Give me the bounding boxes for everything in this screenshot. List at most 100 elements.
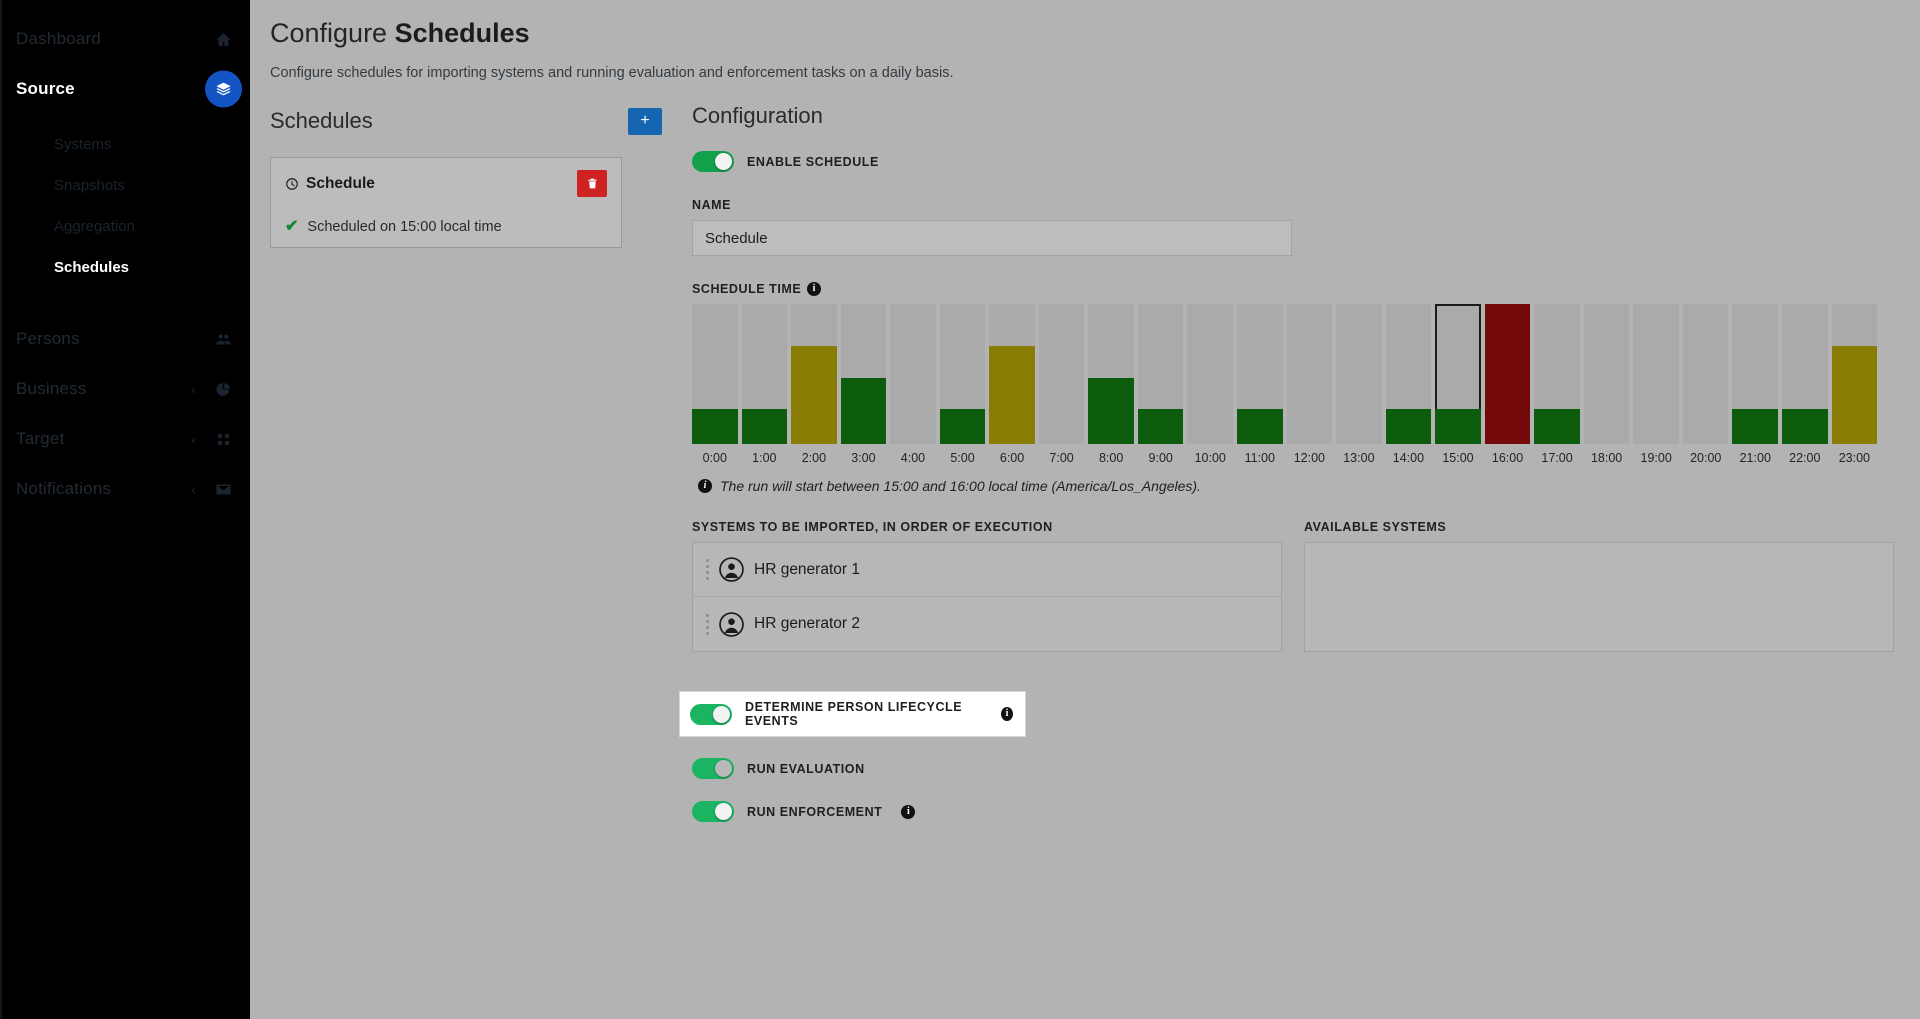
info-icon[interactable]: i bbox=[1000, 707, 1013, 721]
chart-bar-8-00[interactable] bbox=[1088, 304, 1134, 444]
chart-bar-10-00[interactable] bbox=[1187, 304, 1234, 444]
chart-bar-20-00[interactable] bbox=[1682, 304, 1729, 444]
sidebar-item-dashboard[interactable]: Dashboard bbox=[0, 14, 250, 64]
chart-tick-label: 10:00 bbox=[1194, 451, 1226, 465]
info-icon[interactable]: i bbox=[807, 282, 822, 296]
drag-handle-icon[interactable] bbox=[705, 613, 709, 635]
layers-icon[interactable] bbox=[205, 70, 242, 108]
chart-bar-5-00[interactable] bbox=[939, 304, 986, 444]
toggle-switch[interactable] bbox=[690, 703, 732, 725]
info-icon: i bbox=[698, 479, 712, 493]
enable-schedule-row[interactable]: ENABLE SCHEDULE bbox=[692, 151, 1894, 172]
grid-icon bbox=[212, 428, 234, 450]
chart-tick-label: 7:00 bbox=[1049, 451, 1074, 465]
chart-bar-fill bbox=[840, 378, 887, 444]
info-icon[interactable]: i bbox=[901, 804, 916, 819]
schedule-time-chart: 0:00 1:00 2:00 3:00 4:00 5:00 6:00 7:00 8:00 9:00… bbox=[692, 304, 1878, 465]
chart-bar-16-00[interactable] bbox=[1484, 304, 1531, 444]
chart-bar-1-00[interactable] bbox=[741, 304, 788, 444]
sidebar-item-label: Dashboard bbox=[16, 29, 101, 48]
sidebar-item-snapshots[interactable]: Snapshots bbox=[0, 165, 250, 206]
chevron-left-icon[interactable]: ‹ bbox=[191, 381, 196, 397]
sidebar-subitem-label: Aggregation bbox=[54, 218, 135, 235]
toggle-switch[interactable] bbox=[692, 801, 734, 822]
chart-bar-6-00[interactable] bbox=[989, 304, 1035, 444]
toggle-row-0[interactable]: DETERMINE PERSON LIFECYCLE EVENTS i bbox=[680, 692, 1025, 736]
delete-schedule-button[interactable] bbox=[577, 170, 607, 197]
people-icon bbox=[212, 328, 234, 350]
chart-bar-7-00[interactable] bbox=[1038, 304, 1085, 444]
toggle-row-1[interactable]: RUN EVALUATION bbox=[692, 758, 1894, 779]
toggle-row-2[interactable]: RUN ENFORCEMENT i bbox=[692, 801, 1894, 822]
sidebar-item-notifications[interactable]: Notifications ‹ bbox=[0, 464, 250, 514]
sidebar-item-target[interactable]: Target ‹ bbox=[0, 414, 250, 464]
chart-tick-label: 0:00 bbox=[702, 451, 727, 465]
bottom-toggles: DETERMINE PERSON LIFECYCLE EVENTS i RUN EV… bbox=[680, 692, 1894, 822]
chart-bar-fill bbox=[791, 346, 837, 444]
schedule-card-status: ✔ Scheduled on 15:00 local time bbox=[285, 219, 607, 236]
name-input[interactable] bbox=[692, 220, 1292, 256]
chart-bar-12-00[interactable] bbox=[1286, 304, 1333, 444]
chart-bar-0-00[interactable] bbox=[692, 304, 738, 444]
chart-bar-fill bbox=[741, 409, 788, 444]
mail-icon bbox=[212, 478, 234, 500]
chart-tick-label: 20:00 bbox=[1690, 451, 1722, 465]
enable-schedule-toggle[interactable] bbox=[692, 151, 734, 172]
chart-bar-15-00[interactable] bbox=[1435, 304, 1481, 444]
chart-bar-4-00[interactable] bbox=[890, 304, 936, 444]
sidebar-item-label: Notifications bbox=[16, 479, 112, 498]
drag-handle-icon[interactable] bbox=[705, 559, 709, 580]
chart-bar-17-00[interactable] bbox=[1534, 304, 1580, 444]
chart-bar-13-00[interactable] bbox=[1336, 304, 1382, 444]
chart-bar-fill bbox=[1782, 409, 1828, 444]
chart-bar-9-00[interactable] bbox=[1137, 304, 1184, 444]
available-systems-list[interactable] bbox=[1304, 542, 1894, 652]
schedule-card[interactable]: Schedule ✔ Scheduled on 15:00 local time bbox=[270, 157, 622, 248]
sidebar-item-systems[interactable]: Systems bbox=[0, 124, 250, 165]
sidebar-item-aggregation[interactable]: Aggregation bbox=[0, 206, 250, 247]
chart-tick-label: 9:00 bbox=[1148, 451, 1173, 465]
page-subtitle: Configure schedules for importing system… bbox=[270, 65, 954, 81]
sidebar-item-label: Business bbox=[16, 379, 87, 398]
chevron-left-icon[interactable]: ‹ bbox=[191, 431, 196, 447]
schedule-hint: i The run will start between 15:00 and 1… bbox=[692, 478, 1894, 494]
chart-bar-11-00[interactable] bbox=[1237, 304, 1283, 444]
chart-bar-22-00[interactable] bbox=[1782, 304, 1828, 444]
add-schedule-button[interactable]: + bbox=[628, 107, 662, 135]
chart-tick-label: 12:00 bbox=[1293, 451, 1325, 465]
chart-bar-21-00[interactable] bbox=[1732, 304, 1779, 444]
sidebar-item-source[interactable]: Source ∨ bbox=[0, 64, 250, 114]
list-item[interactable]: HR generator 1 bbox=[693, 543, 1281, 597]
sidebar-subitem-label: Snapshots bbox=[54, 177, 125, 194]
chart-bar-23-00[interactable] bbox=[1831, 304, 1878, 444]
toggle-knob bbox=[715, 760, 732, 777]
avatar-icon bbox=[719, 557, 744, 582]
toggle-label: RUN ENFORCEMENT bbox=[747, 804, 883, 819]
chart-bar-18-00[interactable] bbox=[1583, 304, 1630, 444]
schedule-card-name-text: Schedule bbox=[306, 174, 375, 192]
toggle-knob bbox=[715, 803, 732, 820]
sidebar-subitem-label: Schedules bbox=[54, 259, 130, 276]
chart-bar-14-00[interactable] bbox=[1385, 304, 1432, 444]
chart-bar-19-00[interactable] bbox=[1633, 304, 1679, 444]
sidebar-item-label: Target bbox=[16, 429, 65, 448]
chart-tick-labels: 0:00 1:00 2:00 3:00 4:00 5:00 6:00 7:00 8:00 9:00… bbox=[692, 451, 1877, 465]
chart-tick-label: 8:00 bbox=[1098, 451, 1124, 465]
chart-tick-label: 14:00 bbox=[1392, 451, 1425, 465]
sidebar-item-label: Source bbox=[16, 79, 75, 98]
schedules-title: Schedules bbox=[270, 108, 373, 133]
chart-bar-2-00[interactable] bbox=[791, 304, 837, 444]
chart-tick-label: 2:00 bbox=[801, 451, 827, 465]
imported-systems-list[interactable]: HR generator 1 HR generator 2 bbox=[692, 542, 1282, 652]
chart-tick-label: 6:00 bbox=[999, 451, 1025, 465]
sidebar-item-schedules[interactable]: Schedules bbox=[0, 247, 250, 288]
toggle-switch[interactable] bbox=[692, 758, 734, 779]
sidebar-item-persons[interactable]: Persons bbox=[0, 314, 250, 364]
chevron-left-icon[interactable]: ‹ bbox=[191, 481, 196, 497]
chart-bar-3-00[interactable] bbox=[840, 304, 887, 444]
list-item[interactable]: HR generator 2 bbox=[693, 597, 1281, 651]
configuration-panel: Configuration ENABLE SCHEDULE NAME SCHED… bbox=[662, 103, 1894, 1003]
sidebar-item-business[interactable]: Business ‹ bbox=[0, 364, 250, 414]
toggle-label: RUN EVALUATION bbox=[747, 761, 865, 776]
chart-tick-label: 16:00 bbox=[1491, 451, 1524, 465]
